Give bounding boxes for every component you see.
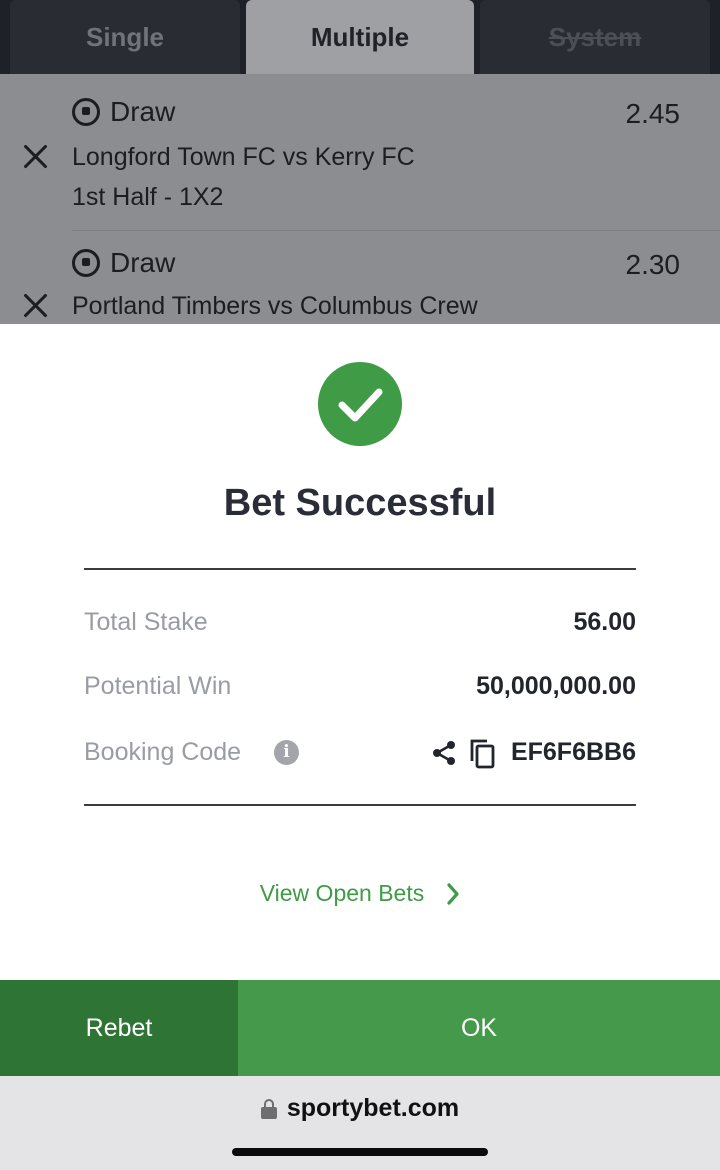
soccer-ball-icon — [72, 98, 100, 126]
check-icon — [318, 362, 402, 446]
bet-pick: Draw — [72, 247, 175, 279]
info-icon[interactable]: i — [274, 740, 299, 765]
tab-system[interactable]: System — [480, 0, 710, 74]
bet-pick-label: Draw — [110, 247, 176, 278]
bet-odds: 2.45 — [625, 98, 681, 129]
view-open-bets-label: View Open Bets — [259, 880, 425, 906]
bet-pick: Draw — [72, 96, 175, 128]
bet-match: Longford Town FC vs Kerry FC — [72, 143, 415, 171]
divider — [84, 804, 636, 806]
potential-win-row: Potential Win 50,000,000.00 — [84, 666, 636, 706]
soccer-ball-icon — [72, 249, 100, 277]
bet-odds: 2.30 — [625, 249, 681, 280]
potential-win-label: Potential Win — [84, 672, 232, 700]
tab-single[interactable]: Single — [10, 0, 240, 74]
lock-icon — [260, 1098, 277, 1119]
close-icon[interactable] — [20, 289, 52, 321]
total-stake-label: Total Stake — [84, 608, 208, 636]
bet-pick-label: Draw — [110, 96, 176, 127]
view-open-bets-link[interactable]: View Open Bets — [0, 880, 720, 907]
bet-slip-list: Draw 2.45 Longford Town FC vs Kerry FC 1… — [0, 74, 720, 324]
bet-item: Draw 2.45 Longford Town FC vs Kerry FC 1… — [0, 74, 720, 230]
bet-success-dialog: Bet Successful Total Stake 56.00 Potenti… — [0, 324, 720, 980]
ok-button[interactable]: OK — [238, 980, 720, 1076]
booking-code-value[interactable]: EF6F6BB6 — [511, 732, 636, 772]
bet-market: 1st Half - 1X2 — [72, 183, 224, 211]
total-stake-row: Total Stake 56.00 — [84, 602, 636, 642]
close-icon[interactable] — [20, 140, 52, 172]
booking-code-row: Booking Code i EF6F6BB6 — [84, 732, 636, 772]
url-display[interactable]: sportybet.com — [0, 1094, 720, 1123]
chevron-right-icon — [447, 882, 459, 905]
bet-item: Draw 2.30 Portland Timbers vs Columbus C… — [0, 231, 720, 324]
home-indicator[interactable] — [232, 1148, 488, 1156]
booking-code-label: Booking Code — [84, 738, 242, 766]
bet-match: Portland Timbers vs Columbus Crew — [72, 292, 478, 320]
bet-type-tabs: Single Multiple System — [0, 0, 720, 74]
divider — [84, 568, 636, 570]
browser-address-bar: sportybet.com — [0, 1076, 720, 1170]
rebet-button[interactable]: Rebet — [0, 980, 238, 1076]
total-stake-value: 56.00 — [573, 608, 636, 636]
url-domain: sportybet.com — [286, 1094, 460, 1122]
copy-icon[interactable] — [468, 737, 496, 769]
potential-win-value: 50,000,000.00 — [476, 672, 636, 700]
share-icon[interactable] — [430, 739, 458, 767]
dialog-title: Bet Successful — [223, 482, 497, 524]
tab-multiple[interactable]: Multiple — [246, 0, 474, 74]
